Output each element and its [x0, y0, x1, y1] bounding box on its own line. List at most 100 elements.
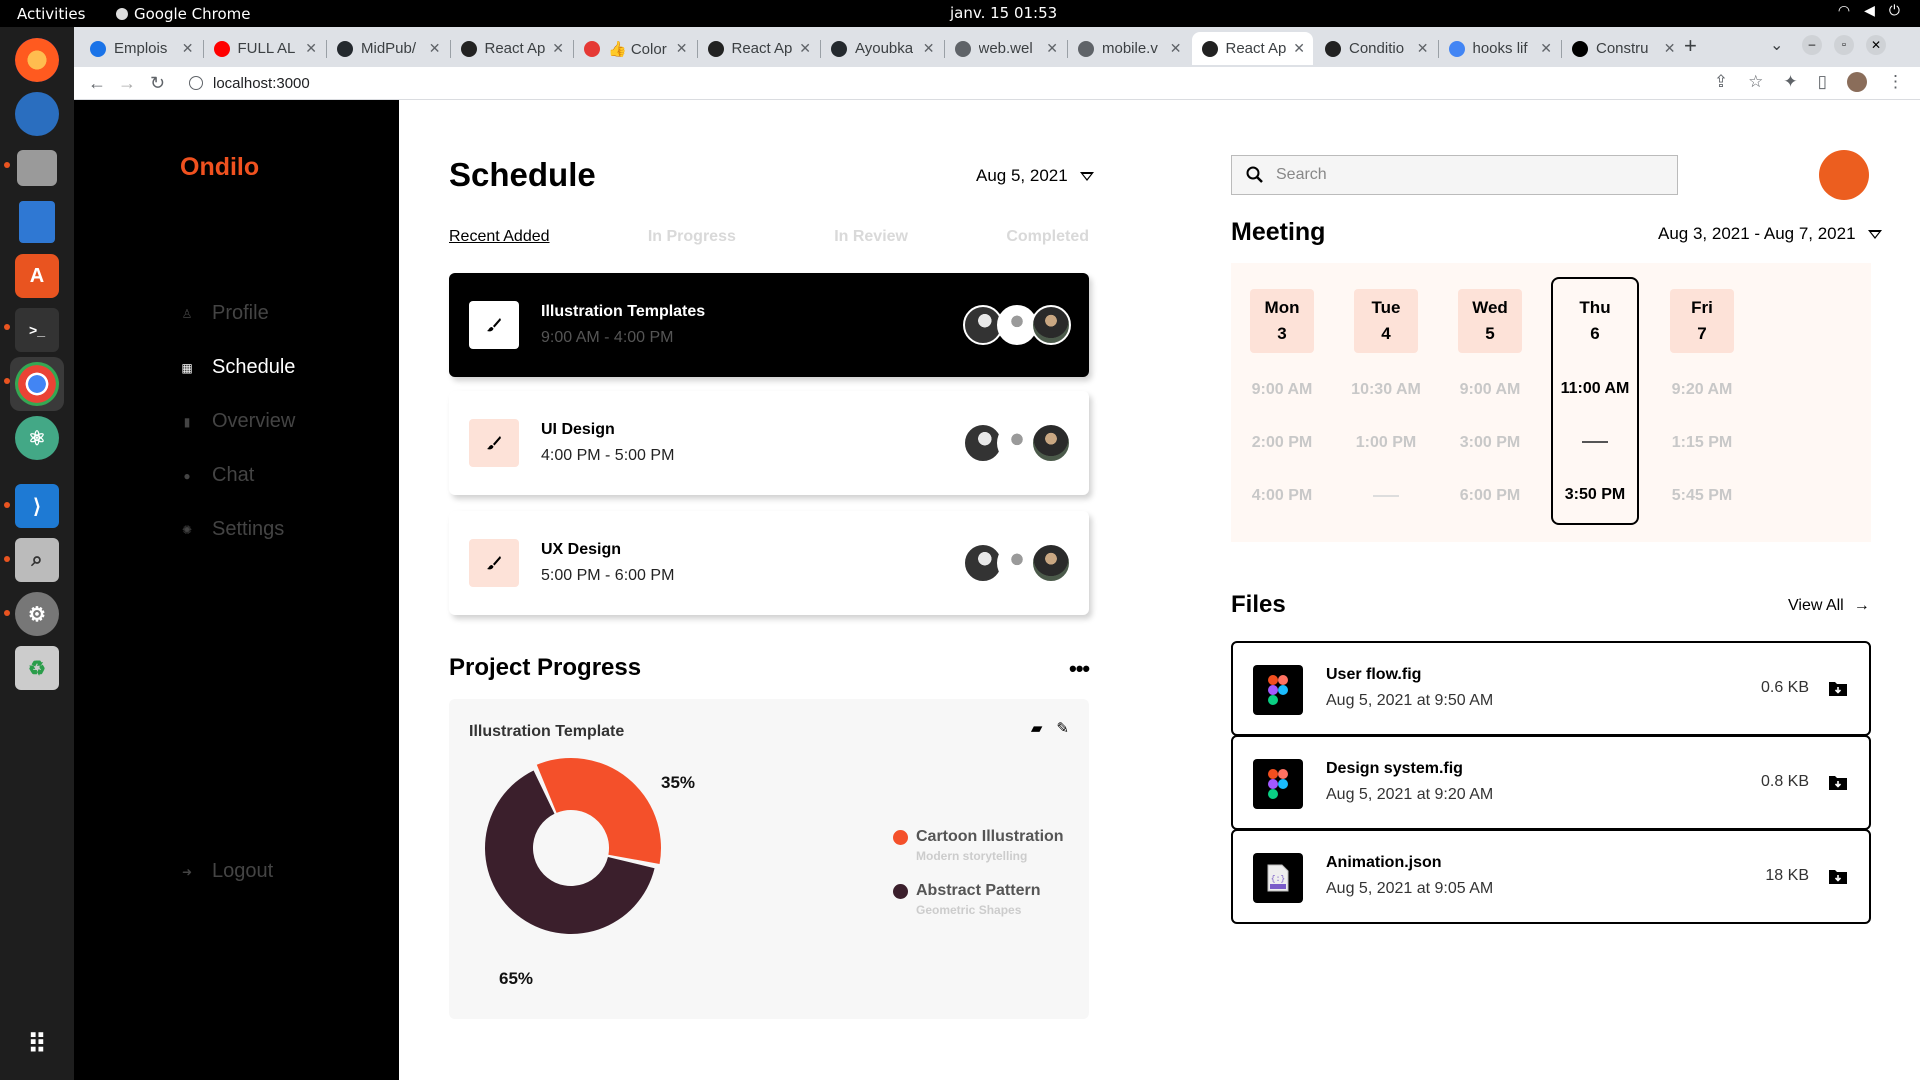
- meeting-slot[interactable]: 10:30 AM: [1342, 363, 1430, 416]
- meeting-slot[interactable]: 9:00 AM: [1238, 363, 1326, 416]
- meeting-slot[interactable]: 9:00 AM: [1446, 363, 1534, 416]
- meeting-slot[interactable]: 5:45 PM: [1658, 469, 1746, 522]
- app-menu[interactable]: Google Chrome: [116, 5, 251, 23]
- browser-tab[interactable]: Constru ✕: [1562, 32, 1684, 65]
- meeting-day-column[interactable]: Fri 7 9:20 AM 1:15 PM 5:45 PM: [1658, 263, 1746, 522]
- writer-launcher[interactable]: [10, 195, 64, 249]
- system-tray[interactable]: ◠ ◀ ⏻: [1838, 3, 1900, 19]
- view-all-link[interactable]: View All →: [1788, 597, 1870, 615]
- browser-tab[interactable]: MidPub/ ✕: [327, 32, 449, 65]
- close-window-button[interactable]: ✕: [1866, 35, 1886, 55]
- schedule-card[interactable]: UX Design 5:00 PM - 6:00 PM: [449, 511, 1089, 615]
- new-tab-button[interactable]: +: [1684, 33, 1697, 59]
- sidebar-item-schedule[interactable]: ▦ Schedule: [180, 356, 295, 379]
- file-row[interactable]: Design system.fig Aug 5, 2021 at 9:20 AM…: [1231, 735, 1871, 830]
- meeting-slot[interactable]: 11:00 AM: [1553, 362, 1637, 415]
- sidebar-item-profile[interactable]: ♙ Profile: [180, 302, 269, 325]
- browser-tab[interactable]: mobile.v ✕: [1068, 32, 1190, 65]
- settings-launcher[interactable]: ⚙: [10, 587, 64, 641]
- browser-tab[interactable]: React Ap ✕: [698, 32, 820, 65]
- url-field[interactable]: localhost:3000: [189, 75, 310, 92]
- meeting-day-column[interactable]: Mon 3 9:00 AM 2:00 PM 4:00 PM: [1238, 263, 1326, 522]
- file-row[interactable]: {:} Animation.json Aug 5, 2021 at 9:05 A…: [1231, 829, 1871, 924]
- tab-close-icon[interactable]: ✕: [1540, 40, 1552, 57]
- tab-close-icon[interactable]: ✕: [305, 40, 317, 57]
- profile-avatar[interactable]: [1847, 72, 1867, 92]
- brand-logo[interactable]: Ondilo: [180, 153, 259, 182]
- download-folder-icon[interactable]: [1829, 774, 1847, 790]
- back-button[interactable]: ←: [88, 73, 106, 94]
- magnifier-launcher[interactable]: ⌕: [10, 533, 64, 587]
- forward-button[interactable]: →: [118, 73, 136, 94]
- browser-tab[interactable]: React Ap ✕: [451, 32, 573, 65]
- browser-tab[interactable]: Ayoubka ✕: [821, 32, 943, 65]
- tab-recent-added[interactable]: Recent Added: [449, 228, 550, 246]
- meeting-slot[interactable]: 3:50 PM: [1553, 468, 1637, 521]
- user-avatar[interactable]: [1819, 150, 1869, 200]
- trash-launcher[interactable]: ♻: [10, 641, 64, 695]
- download-folder-icon[interactable]: [1829, 680, 1847, 696]
- terminal-launcher[interactable]: >_: [10, 303, 64, 357]
- meeting-slot[interactable]: 1:15 PM: [1658, 416, 1746, 469]
- tab-close-icon[interactable]: ✕: [799, 40, 811, 57]
- tab-close-icon[interactable]: ✕: [676, 40, 688, 57]
- schedule-date-dropdown[interactable]: Aug 5, 2021: [976, 166, 1094, 186]
- logout-button[interactable]: ➜ Logout: [180, 860, 273, 883]
- schedule-card[interactable]: UI Design 4:00 PM - 5:00 PM: [449, 391, 1089, 495]
- atom-launcher[interactable]: ⚛: [10, 411, 64, 465]
- clock[interactable]: janv. 15 01:53: [950, 4, 1057, 22]
- menu-icon[interactable]: ⋮: [1887, 72, 1904, 92]
- meeting-range-dropdown[interactable]: Aug 3, 2021 - Aug 7, 2021: [1658, 224, 1882, 244]
- meeting-slot[interactable]: 1:00 PM: [1342, 416, 1430, 469]
- tab-close-icon[interactable]: ✕: [1417, 40, 1429, 57]
- reload-button[interactable]: ↻: [150, 73, 165, 94]
- power-icon[interactable]: ⏻: [1889, 3, 1900, 19]
- browser-tab[interactable]: Conditio ✕: [1315, 32, 1437, 65]
- tab-search-button[interactable]: ⌄: [1770, 35, 1783, 55]
- more-options-button[interactable]: •••: [1069, 656, 1090, 682]
- browser-tab[interactable]: FULL AL ✕: [204, 32, 326, 65]
- schedule-card[interactable]: Illustration Templates 9:00 AM - 4:00 PM: [449, 273, 1089, 377]
- extensions-icon[interactable]: ✦: [1783, 72, 1797, 92]
- maximize-button[interactable]: ▫: [1834, 35, 1854, 55]
- search-field[interactable]: Search: [1231, 155, 1678, 195]
- tab-close-icon[interactable]: ✕: [1170, 40, 1182, 57]
- files-launcher[interactable]: [10, 141, 64, 195]
- chrome-launcher[interactable]: [10, 357, 64, 411]
- tab-in-review[interactable]: In Review: [834, 228, 908, 246]
- show-apps-button[interactable]: ⠿: [10, 1017, 64, 1071]
- tab-completed[interactable]: Completed: [1006, 228, 1089, 246]
- meeting-slot[interactable]: 6:00 PM: [1446, 469, 1534, 522]
- thunderbird-launcher[interactable]: [10, 87, 64, 141]
- wifi-icon[interactable]: ◠: [1838, 3, 1850, 19]
- browser-tab[interactable]: Emplois ✕: [80, 32, 202, 65]
- vscode-launcher[interactable]: ⟩: [10, 479, 64, 533]
- meeting-slot[interactable]: 3:00 PM: [1446, 416, 1534, 469]
- side-panel-icon[interactable]: ▯: [1818, 72, 1827, 92]
- tab-close-icon[interactable]: ✕: [1046, 40, 1058, 57]
- tab-close-icon[interactable]: ✕: [1293, 40, 1305, 57]
- browser-tab[interactable]: web.wel ✕: [945, 32, 1067, 65]
- tab-close-icon[interactable]: ✕: [1664, 40, 1676, 57]
- sidebar-item-chat[interactable]: ● Chat: [180, 464, 254, 487]
- sidebar-item-overview[interactable]: ▮ Overview: [180, 410, 296, 433]
- meeting-slot[interactable]: 4:00 PM: [1238, 469, 1326, 522]
- meeting-slot[interactable]: [1553, 415, 1637, 468]
- tab-close-icon[interactable]: ✕: [923, 40, 935, 57]
- sidebar-item-settings[interactable]: ✺ Settings: [180, 518, 284, 541]
- bookmark-star-icon[interactable]: ☆: [1748, 72, 1763, 92]
- meeting-slot[interactable]: 9:20 AM: [1658, 363, 1746, 416]
- meeting-slot[interactable]: [1342, 469, 1430, 522]
- share-icon[interactable]: ⇪: [1714, 72, 1728, 92]
- meeting-day-column[interactable]: Wed 5 9:00 AM 3:00 PM 6:00 PM: [1446, 263, 1534, 522]
- tab-close-icon[interactable]: ✕: [552, 40, 564, 57]
- volume-icon[interactable]: ◀: [1864, 3, 1875, 19]
- browser-tab[interactable]: hooks lif ✕: [1439, 32, 1561, 65]
- minimize-button[interactable]: –: [1802, 35, 1822, 55]
- file-row[interactable]: User flow.fig Aug 5, 2021 at 9:50 AM 0.6…: [1231, 641, 1871, 736]
- browser-tab[interactable]: 👍 Color ✕: [574, 32, 696, 65]
- tab-in-progress[interactable]: In Progress: [648, 228, 736, 246]
- activities-button[interactable]: Activities: [17, 5, 85, 23]
- meeting-day-column[interactable]: Thu 6 11:00 AM 3:50 PM: [1551, 277, 1639, 525]
- firefox-launcher[interactable]: [10, 33, 64, 87]
